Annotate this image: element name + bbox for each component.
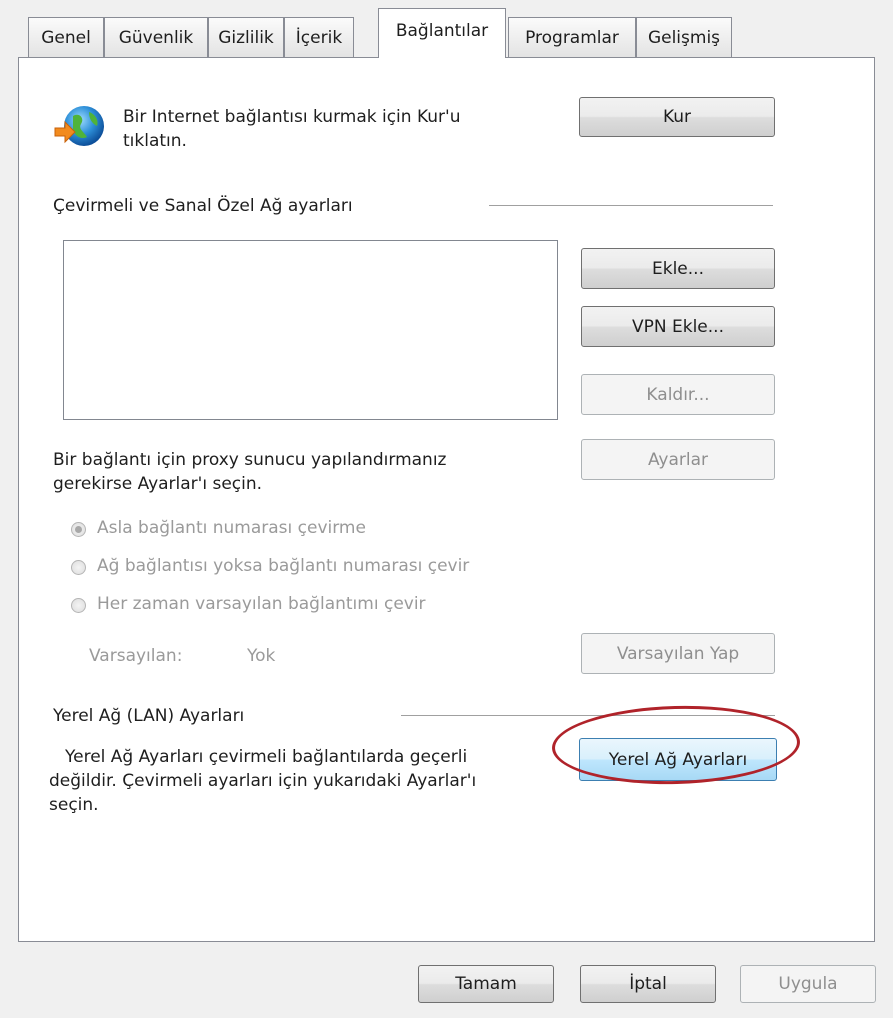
dialup-divider: [489, 205, 773, 206]
lan-divider: [401, 715, 775, 716]
cancel-button[interactable]: İptal: [580, 965, 716, 1003]
setup-button[interactable]: Kur: [579, 97, 775, 137]
tab-general[interactable]: Genel: [28, 17, 104, 57]
tab-privacy[interactable]: Gizlilik: [208, 17, 284, 57]
lan-text-line1: Yerel Ağ Ayarları çevirmeli bağlantılard…: [65, 747, 468, 767]
proxy-text-line1: Bir bağlantı için proxy sunucu yapılandı…: [53, 450, 447, 470]
radio-never-dial[interactable]: [71, 522, 86, 537]
remove-button[interactable]: Kaldır...: [581, 374, 775, 415]
connections-panel: Bir Internet bağlantısı kurmak için Kur'…: [18, 57, 875, 942]
apply-button[interactable]: Uygula: [740, 965, 876, 1003]
ok-button[interactable]: Tamam: [418, 965, 554, 1003]
add-vpn-button[interactable]: VPN Ekle...: [581, 306, 775, 347]
set-default-button[interactable]: Varsayılan Yap: [581, 633, 775, 674]
radio-dial-when-no-network[interactable]: [71, 560, 86, 575]
internet-options-dialog: Genel Güvenlik Gizlilik İçerik Bağlantıl…: [0, 0, 893, 1018]
default-connection-value: Yok: [247, 646, 276, 666]
setup-text-line1: Bir Internet bağlantısı kurmak için Kur'…: [123, 107, 461, 127]
add-button[interactable]: Ekle...: [581, 248, 775, 289]
globe-connect-icon: [51, 102, 107, 152]
lan-text-line3: seçin.: [49, 795, 99, 815]
dialup-section-title: Çevirmeli ve Sanal Özel Ağ ayarları: [53, 196, 353, 216]
tab-content[interactable]: İçerik: [284, 17, 354, 57]
connections-listbox[interactable]: [63, 240, 558, 420]
tab-programs[interactable]: Programlar: [508, 17, 636, 57]
default-connection-label: Varsayılan:: [89, 646, 183, 666]
setup-text-line2: tıklatın.: [123, 131, 187, 151]
radio-dial-when-no-network-label: Ağ bağlantısı yoksa bağlantı numarası çe…: [97, 556, 470, 576]
radio-always-dial-label: Her zaman varsayılan bağlantımı çevir: [97, 594, 426, 614]
tab-connections[interactable]: Bağlantılar: [378, 8, 506, 58]
lan-settings-button[interactable]: Yerel Ağ Ayarları: [579, 738, 777, 781]
proxy-text-line2: gerekirse Ayarlar'ı seçin.: [53, 474, 263, 494]
tab-advanced[interactable]: Gelişmiş: [636, 17, 732, 57]
tab-security[interactable]: Güvenlik: [104, 17, 208, 57]
radio-never-dial-label: Asla bağlantı numarası çevirme: [97, 518, 366, 538]
radio-always-dial[interactable]: [71, 598, 86, 613]
lan-section-title: Yerel Ağ (LAN) Ayarları: [53, 706, 245, 726]
lan-text-line2: değildir. Çevirmeli ayarları için yukarı…: [49, 771, 477, 791]
proxy-settings-button[interactable]: Ayarlar: [581, 439, 775, 480]
